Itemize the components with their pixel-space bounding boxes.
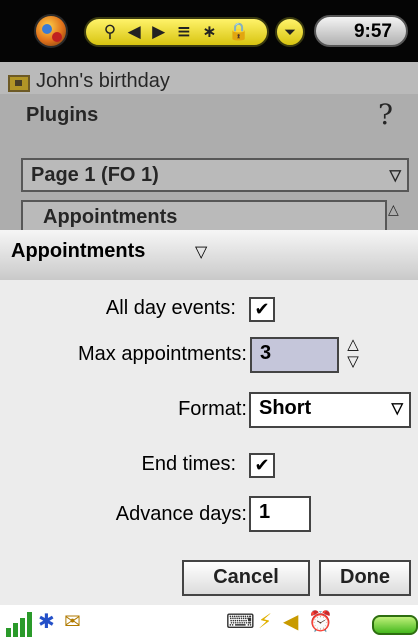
battery-icon[interactable] <box>372 615 418 635</box>
all-day-events-label: All day events: <box>105 297 236 319</box>
keyboard-icon[interactable]: ⌨ <box>226 611 255 631</box>
panel-header[interactable]: Appointments ▽ <box>0 230 418 280</box>
chevron-down-icon: ▽ <box>391 400 403 417</box>
status-bar: ⚲ ◀ ▶ ≡ ∗ 🔒 ⏷ 9:57 <box>0 0 418 62</box>
advance-days-label: Advance days: <box>115 503 247 525</box>
alarm-icon[interactable]: ⏰ <box>308 611 333 631</box>
done-button[interactable]: Done <box>319 560 411 596</box>
spinner-up-icon[interactable]: △ <box>343 337 363 352</box>
format-dropdown[interactable]: Short ▽ <box>249 392 411 428</box>
menu-down-icon[interactable]: ⏷ <box>275 17 305 47</box>
shortcut-strip[interactable]: ⚲ ◀ ▶ ≡ ∗ 🔒 <box>84 17 269 47</box>
chevron-down-icon[interactable]: ▽ <box>195 242 207 261</box>
panel-title: Appointments <box>11 240 146 262</box>
system-tray: ✱ ✉ ⌨ ⚡ ◀ ⏰ <box>0 605 418 641</box>
appointments-panel: Appointments ▽ All day events: ✔ Max app… <box>0 230 418 605</box>
charging-icon[interactable]: ⚡ <box>258 611 272 631</box>
arrow-right-icon[interactable]: ▶ <box>152 23 165 41</box>
format-value: Short <box>259 397 312 419</box>
start-orb-segment <box>42 24 52 34</box>
all-day-events-checkbox[interactable]: ✔ <box>249 297 275 322</box>
start-orb-segment <box>52 32 62 42</box>
start-menu-icon[interactable] <box>34 14 68 48</box>
lock-icon[interactable]: 🔒 <box>228 23 249 41</box>
spinner-down-icon[interactable]: ▽ <box>343 354 363 369</box>
mail-icon[interactable]: ✉ <box>64 611 81 631</box>
list-icon[interactable]: ≡ <box>177 23 191 41</box>
modal-overlay <box>0 62 418 232</box>
search-icon[interactable]: ⚲ <box>104 23 116 41</box>
max-appointments-field[interactable]: 3 <box>250 337 339 373</box>
bluetooth-icon[interactable]: ∗ <box>202 23 216 41</box>
bluetooth-icon[interactable]: ✱ <box>38 611 55 631</box>
advance-days-field[interactable]: 1 <box>249 496 311 532</box>
end-times-label: End times: <box>141 453 236 475</box>
max-appointments-label: Max appointments: <box>78 343 247 365</box>
end-times-checkbox[interactable]: ✔ <box>249 453 275 478</box>
cancel-button[interactable]: Cancel <box>182 560 310 596</box>
clock[interactable]: 9:57 <box>314 15 408 47</box>
signal-icon[interactable] <box>6 611 34 637</box>
volume-icon[interactable]: ◀ <box>283 611 298 631</box>
format-label: Format: <box>178 398 247 420</box>
arrow-left-icon[interactable]: ◀ <box>128 23 141 41</box>
